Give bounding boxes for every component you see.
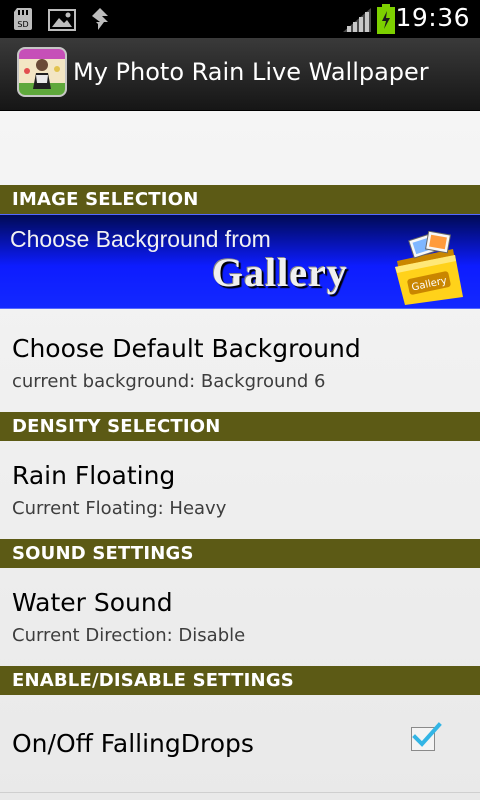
pref-title: On/Off FallingDrops [12,729,254,758]
status-bar: SD 19:36 [0,0,480,38]
signal-icon [343,8,373,36]
image-notification-icon [48,9,76,35]
clock-time: 19:36 [395,3,470,32]
category-density-selection: DENSITY SELECTION [0,412,480,441]
pref-title: Water Sound [12,588,173,617]
app-photo-icon[interactable] [19,49,65,95]
category-sound-settings: SOUND SETTINGS [0,539,480,568]
app-title: My Photo Rain Live Wallpaper [73,58,429,86]
svg-text:SD: SD [17,20,28,29]
gallery-folder-icon: Gallery [393,230,465,308]
checkmark-icon [412,722,442,747]
pref-falling-drops-toggle[interactable]: On/Off FallingDrops [0,695,480,792]
category-image-selection: IMAGE SELECTION [0,185,480,214]
pref-title: Choose Default Background [12,334,361,363]
pref-summary: Current Floating: Heavy [12,498,227,519]
category-enable-disable-settings: ENABLE/DISABLE SETTINGS [0,666,480,695]
app-title-bar: My Photo Rain Live Wallpaper [0,38,480,111]
list-divider [0,792,480,793]
usb-debug-icon [88,6,112,36]
pref-summary: current background: Background 6 [12,371,326,392]
falling-drops-checkbox[interactable] [411,722,442,751]
top-blank-area [0,111,480,185]
banner-line2: Gallery [212,250,348,295]
pref-water-sound[interactable]: Water Sound Current Direction: Disable [0,568,480,666]
pref-rain-floating[interactable]: Rain Floating Current Floating: Heavy [0,441,480,539]
sd-card-icon: SD [12,7,34,35]
pref-title: Rain Floating [12,461,176,490]
pref-choose-default-background[interactable]: Choose Default Background current backgr… [0,307,480,411]
pref-summary: Current Direction: Disable [12,625,246,646]
battery-charging-icon [376,4,396,38]
choose-gallery-banner[interactable]: Choose Background from Gallery Gallery [0,214,480,309]
